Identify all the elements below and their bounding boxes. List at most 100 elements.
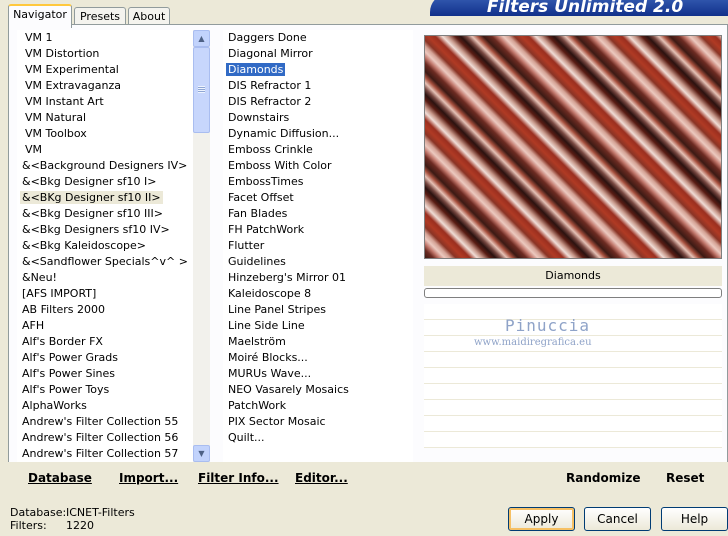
filter-item[interactable]: Downstairs	[223, 110, 413, 126]
filter-item[interactable]: FH PatchWork	[223, 222, 413, 238]
filter-item[interactable]: Dynamic Diffusion...	[223, 126, 413, 142]
filter-item[interactable]: Emboss Crinkle	[223, 142, 413, 158]
scroll-up-button[interactable]: ▲	[193, 30, 210, 47]
filter-item[interactable]: MURUs Wave...	[223, 366, 413, 382]
filter-preview-image[interactable]	[424, 35, 722, 259]
category-item[interactable]: VM Instant Art	[17, 94, 193, 110]
filter-item[interactable]: Kaleidoscope 8	[223, 286, 413, 302]
scroll-thumb[interactable]	[193, 47, 210, 133]
filter-label: Quilt...	[228, 431, 265, 444]
filter-item[interactable]: Diamonds	[223, 62, 413, 78]
category-item[interactable]: [AFS IMPORT]	[17, 286, 193, 302]
category-item[interactable]: VM Experimental	[17, 62, 193, 78]
filter-label: Maelström	[228, 335, 286, 348]
category-item[interactable]: Alf's Border FX	[17, 334, 193, 350]
tab-navigator[interactable]: Navigator	[8, 4, 72, 28]
filter-item[interactable]: Flutter	[223, 238, 413, 254]
filter-label: MURUs Wave...	[228, 367, 312, 380]
filter-item[interactable]: Diagonal Mirror	[223, 46, 413, 62]
parameter-row[interactable]	[424, 416, 722, 432]
filter-label: Hinzeberg's Mirror 01	[228, 271, 347, 284]
parameter-row[interactable]	[424, 400, 722, 416]
category-item[interactable]: Andrew's Filter Collection 55	[17, 414, 193, 430]
parameter-row[interactable]	[424, 352, 722, 368]
category-item[interactable]: &<Bkg Kaleidoscope>	[17, 238, 193, 254]
category-label: Alf's Power Grads	[22, 351, 118, 364]
filter-item[interactable]: Hinzeberg's Mirror 01	[223, 270, 413, 286]
category-item[interactable]: VM	[17, 142, 193, 158]
editor-button[interactable]: Editor...	[295, 471, 348, 485]
filter-label: Flutter	[228, 239, 265, 252]
category-item[interactable]: AlphaWorks	[17, 398, 193, 414]
parameter-row[interactable]	[424, 384, 722, 400]
category-label: VM 1	[25, 31, 53, 44]
category-item[interactable]: &<Sandflower Specials^v^ >	[17, 254, 193, 270]
category-item[interactable]: AFH	[17, 318, 193, 334]
category-label: &<Bkg Designer sf10 III>	[22, 207, 164, 220]
category-item[interactable]: Alf's Power Toys	[17, 382, 193, 398]
category-item[interactable]: &<Bkg Designer sf10 III>	[17, 206, 193, 222]
category-scrollbar[interactable]: ▲ ▼	[193, 30, 210, 462]
apply-button[interactable]: Apply	[508, 507, 575, 531]
filter-item[interactable]: Quilt...	[223, 430, 413, 446]
category-item[interactable]: &<BKg Designer sf10 II>	[17, 190, 193, 206]
category-item[interactable]: Andrew's Filter Collection 56	[17, 430, 193, 446]
filter-item[interactable]: EmbossTimes	[223, 174, 413, 190]
category-item[interactable]: &<Background Designers IV>	[17, 158, 193, 174]
category-label: Andrew's Filter Collection 55	[22, 415, 179, 428]
category-item[interactable]: VM 1	[17, 30, 193, 46]
filter-item[interactable]: DIS Refractor 1	[223, 78, 413, 94]
cancel-button[interactable]: Cancel	[584, 507, 651, 531]
category-item[interactable]: &Neu!	[17, 270, 193, 286]
filter-list[interactable]: Daggers Done Diagonal Mirror Diamonds DIS R…	[223, 30, 413, 462]
category-item[interactable]: Andrew's Filter Collection 57	[17, 446, 193, 462]
filter-info-button[interactable]: Filter Info...	[198, 471, 279, 485]
filter-item[interactable]: Guidelines	[223, 254, 413, 270]
category-label: &<Bkg Kaleidoscope>	[22, 239, 147, 252]
filter-item[interactable]: NEO Vasarely Mosaics	[223, 382, 413, 398]
status-filters: Filters: 1220	[10, 519, 94, 532]
category-label: AB Filters 2000	[22, 303, 106, 316]
preview-filter-name: Diamonds	[424, 266, 722, 286]
filter-label: Fan Blades	[228, 207, 288, 220]
filter-item[interactable]: Maelström	[223, 334, 413, 350]
filter-item[interactable]: Facet Offset	[223, 190, 413, 206]
app-title-banner: Filters Unlimited 2.0	[430, 0, 728, 17]
filter-item[interactable]: Fan Blades	[223, 206, 413, 222]
filter-item[interactable]: Line Side Line	[223, 318, 413, 334]
filter-item[interactable]: Moiré Blocks...	[223, 350, 413, 366]
import-button[interactable]: Import...	[119, 471, 178, 485]
category-item[interactable]: &<Bkg Designers sf10 IV>	[17, 222, 193, 238]
randomize-button[interactable]: Randomize	[566, 471, 640, 485]
reset-button[interactable]: Reset	[666, 471, 704, 485]
category-item[interactable]: VM Distortion	[17, 46, 193, 62]
scroll-down-button[interactable]: ▼	[193, 445, 210, 462]
category-list[interactable]: VM 1 VM Distortion VM Experimental VM Extra…	[17, 30, 193, 462]
category-label: Alf's Power Toys	[22, 383, 110, 396]
filter-item[interactable]: DIS Refractor 2	[223, 94, 413, 110]
filter-label: Dynamic Diffusion...	[228, 127, 340, 140]
help-button[interactable]: Help	[661, 507, 728, 531]
filter-label: PatchWork	[228, 399, 287, 412]
category-item[interactable]: AB Filters 2000	[17, 302, 193, 318]
parameter-row[interactable]	[424, 368, 722, 384]
category-label: AlphaWorks	[22, 399, 87, 412]
category-label: &<Bkg Designers sf10 IV>	[22, 223, 170, 236]
filter-item[interactable]: Emboss With Color	[223, 158, 413, 174]
filter-item[interactable]: Daggers Done	[223, 30, 413, 46]
category-item[interactable]: Alf's Power Grads	[17, 350, 193, 366]
filter-label: Line Side Line	[228, 319, 305, 332]
filter-item[interactable]: PIX Sector Mosaic	[223, 414, 413, 430]
category-label: Alf's Power Sines	[22, 367, 115, 380]
database-button[interactable]: Database	[28, 471, 92, 485]
parameter-row[interactable]	[424, 432, 722, 448]
category-item[interactable]: Alf's Power Sines	[17, 366, 193, 382]
category-item[interactable]: VM Toolbox	[17, 126, 193, 142]
filter-item[interactable]: PatchWork	[223, 398, 413, 414]
progress-bar	[424, 288, 722, 298]
filter-item[interactable]: Line Panel Stripes	[223, 302, 413, 318]
category-item[interactable]: VM Natural	[17, 110, 193, 126]
category-label: Andrew's Filter Collection 57	[22, 447, 179, 460]
category-item[interactable]: &<Bkg Designer sf10 I>	[17, 174, 193, 190]
category-item[interactable]: VM Extravaganza	[17, 78, 193, 94]
